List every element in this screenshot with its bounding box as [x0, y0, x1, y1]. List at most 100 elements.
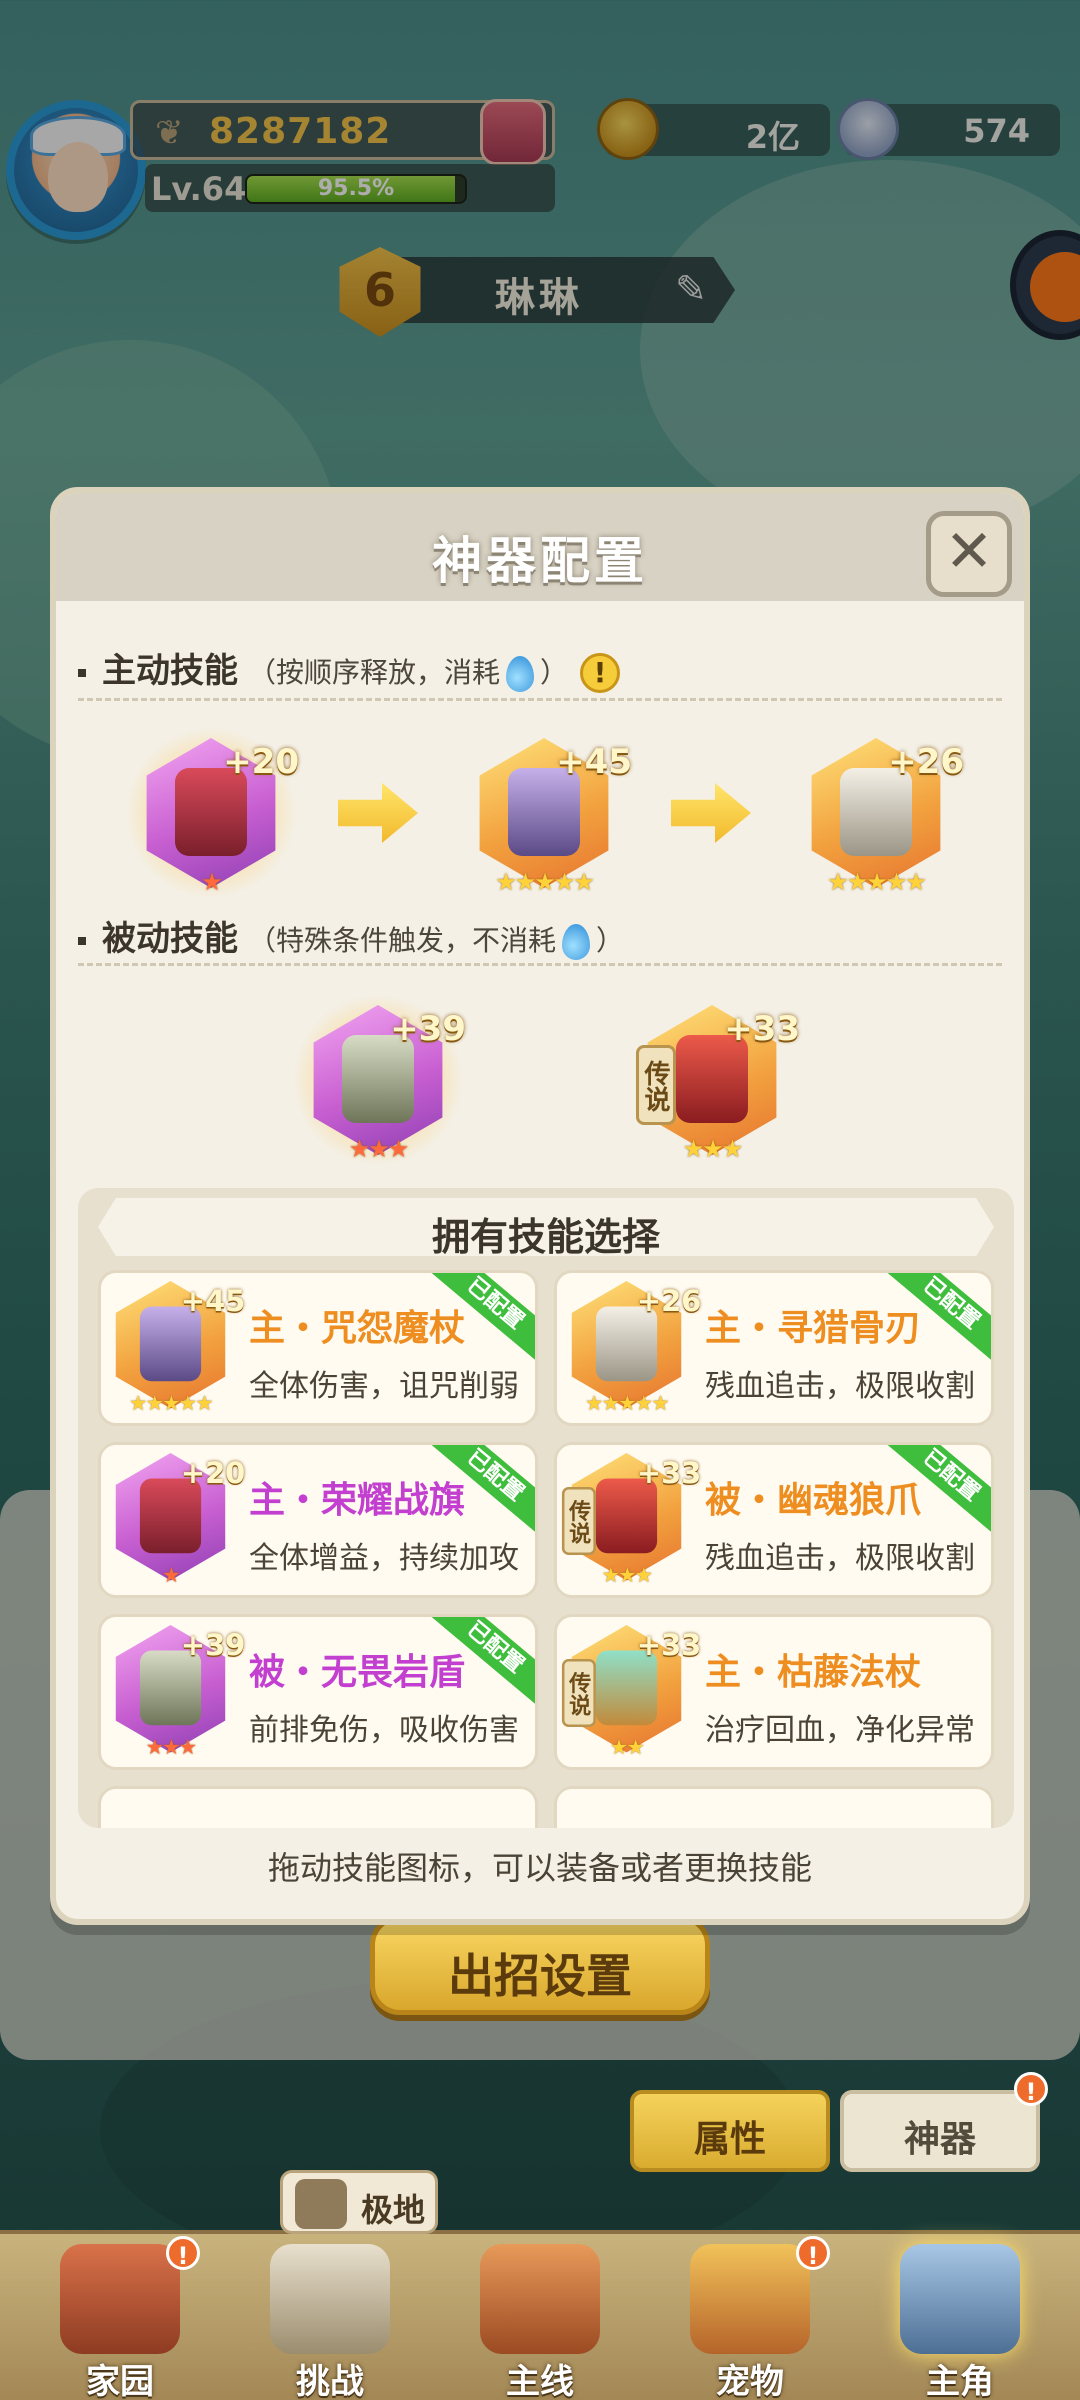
nav-main-story[interactable]: 主线: [440, 2234, 640, 2400]
skill-name: 主・寻猎骨刃: [705, 1308, 922, 1349]
slot-plus: +26: [636, 1284, 702, 1319]
slot-stars: ★★★★★: [585, 1391, 670, 1416]
slot-plus: +33: [636, 1628, 702, 1663]
info-warning-icon[interactable]: !: [580, 652, 621, 693]
passive-note-text: （特殊条件触发，不消耗: [248, 924, 557, 957]
owned-skills-panel[interactable]: 拥有技能选择 +45 ★★★★★ 主・咒怨魔杖 全体伤害，诅咒削弱 已配置 +2…: [78, 1188, 1014, 1828]
slot-plus: +45: [556, 742, 632, 782]
slot-stars: ★★★: [348, 1135, 410, 1163]
slot-stars: ★★★: [601, 1563, 653, 1588]
nav-pets[interactable]: 宠物 !: [650, 2234, 850, 2400]
slot-stars: ★: [201, 868, 223, 896]
skill-desc: 全体增益，持续加攻: [249, 1541, 519, 1576]
skill-card-icon: +39 ★★★: [111, 1625, 245, 1759]
active-slot-2[interactable]: +45 ★★★★★: [474, 738, 632, 896]
skill-name: 主・荣耀战旗: [249, 1480, 466, 1521]
modal-title: 神器配置: [432, 532, 648, 590]
home-alert-icon: !: [166, 2236, 200, 2270]
passive-note-close: ）: [596, 924, 625, 957]
owned-title: 拥有技能选择: [431, 1215, 660, 1259]
bullet-dot: [78, 668, 86, 677]
nav-home-label: 家园: [86, 2362, 154, 2400]
home-icon: [60, 2244, 180, 2354]
order-arrow-icon: [671, 783, 751, 843]
divider: [78, 963, 1002, 966]
nav-challenge[interactable]: 挑战: [230, 2234, 430, 2400]
skill-card-icon: +20 ★: [111, 1453, 245, 1587]
mana-drop-icon: [562, 924, 591, 960]
slot-plus: +39: [180, 1628, 246, 1663]
owned-title-bar: 拥有技能选择: [98, 1198, 994, 1256]
order-arrow-icon: [338, 783, 418, 843]
nav-challenge-label: 挑战: [296, 2362, 364, 2400]
skill-name: 被・幽魂狼爪: [705, 1480, 922, 1521]
skill-card-partial[interactable]: [98, 1786, 538, 1828]
skill-card[interactable]: +20 ★ 主・荣耀战旗 全体增益，持续加攻 已配置: [98, 1442, 538, 1598]
pets-icon: [690, 2244, 810, 2354]
slot-stars: ★★★★★: [129, 1391, 214, 1416]
passive-slot-1[interactable]: +39 ★★★: [294, 991, 466, 1169]
mana-drop-icon: [506, 656, 535, 692]
slot-stars: ★: [162, 1563, 180, 1588]
skill-card-icon: +33 ★★★ 传说: [561, 1453, 701, 1587]
challenge-icon: [270, 2244, 390, 2354]
tab-attributes[interactable]: 属性: [630, 2090, 830, 2172]
slot-stars: ★★★★★: [495, 868, 595, 896]
slot-plus: +45: [180, 1284, 246, 1319]
main-story-icon: [480, 2244, 600, 2354]
slot-plus: +39: [390, 1009, 466, 1049]
skill-card-partial[interactable]: [554, 1786, 994, 1828]
nav-hero-label: 主角: [926, 2362, 994, 2400]
slot-stars: ★★★: [682, 1135, 744, 1163]
passive-slot-2[interactable]: +33 ★★★ 传说: [636, 1005, 800, 1163]
skill-card[interactable]: +39 ★★★ 被・无畏岩盾 前排免伤，吸收伤害 已配置: [98, 1614, 538, 1770]
skill-card[interactable]: +45 ★★★★★ 主・咒怨魔杖 全体伤害，诅咒削弱 已配置: [98, 1270, 538, 1426]
legend-tag: 传说: [561, 1487, 596, 1555]
bullet-dot: [78, 936, 86, 945]
nav-hero[interactable]: 主角: [860, 2234, 1060, 2400]
active-slot-3[interactable]: +26 ★★★★★: [806, 738, 964, 896]
tab-artifact[interactable]: 神器 !: [840, 2072, 1048, 2172]
active-skill-label: 主动技能: [102, 651, 238, 691]
skill-setup-button[interactable]: 出招设置: [370, 1915, 710, 2015]
skill-desc: 残血追击，极限收割: [705, 1541, 975, 1576]
skill-setup-label: 出招设置: [448, 1949, 632, 2003]
passive-skill-heading: 被动技能 （特殊条件触发，不消耗 ）: [78, 911, 624, 960]
slot-stars: ★★: [609, 1735, 645, 1760]
artifact-config-modal: 神器配置 ✕ 主动技能 （按顺序释放，消耗）! +20 ★ +45 ★★★★★ +…: [50, 487, 1030, 1925]
bottom-navigation: 家园 ! 挑战 主线 宠物 ! 主角: [0, 2230, 1080, 2400]
tab-artifact-label: 神器: [903, 2119, 976, 2160]
nav-home[interactable]: 家园 !: [20, 2234, 220, 2400]
active-skill-heading: 主动技能 （按顺序释放，消耗 ）!: [78, 643, 621, 693]
slot-plus: +26: [888, 742, 964, 782]
divider: [78, 698, 1002, 701]
skill-card-icon: +33 ★★ 传说: [561, 1625, 701, 1759]
slot-stars: ★★★: [145, 1735, 197, 1760]
slot-plus: +33: [636, 1456, 702, 1491]
skill-desc: 残血追击，极限收割: [705, 1369, 975, 1404]
slot-plus: +20: [180, 1456, 246, 1491]
challenge-tip-label: 极地: [361, 2191, 426, 2229]
nav-pets-label: 宠物: [716, 2362, 784, 2400]
skill-name: 被・无畏岩盾: [249, 1652, 466, 1693]
legend-tag: 传说: [636, 1045, 676, 1125]
skill-desc: 治疗回血，净化异常: [705, 1713, 975, 1748]
skill-desc: 前排免伤，吸收伤害: [249, 1713, 519, 1748]
passive-skill-note: （特殊条件触发，不消耗 ）: [248, 924, 625, 960]
skill-card[interactable]: +26 ★★★★★ 主・寻猎骨刃 残血追击，极限收割 已配置: [554, 1270, 994, 1426]
pets-alert-icon: !: [796, 2236, 830, 2270]
drag-hint: 拖动技能图标，可以装备或者更换技能: [267, 1849, 812, 1887]
hero-icon: [900, 2244, 1020, 2354]
tab-attributes-label: 属性: [693, 2119, 766, 2160]
active-slot-1[interactable]: +20 ★: [127, 724, 299, 902]
skill-card[interactable]: +33 ★★ 传说 主・枯藤法杖 治疗回血，净化异常: [554, 1614, 994, 1770]
skill-card[interactable]: +33 ★★★ 传说 被・幽魂狼爪 残血追击，极限收割 已配置: [554, 1442, 994, 1598]
slot-plus: +20: [223, 742, 299, 782]
legend-tag: 传说: [561, 1659, 596, 1727]
challenge-tip-bubble[interactable]: 极地: [280, 2170, 438, 2234]
skill-card-icon: +26 ★★★★★: [567, 1281, 701, 1415]
active-note-text: （按顺序释放，消耗: [248, 656, 501, 689]
close-button[interactable]: ✕: [926, 511, 1012, 597]
nav-main-story-label: 主线: [506, 2362, 574, 2400]
skill-name: 主・枯藤法杖: [705, 1652, 922, 1693]
